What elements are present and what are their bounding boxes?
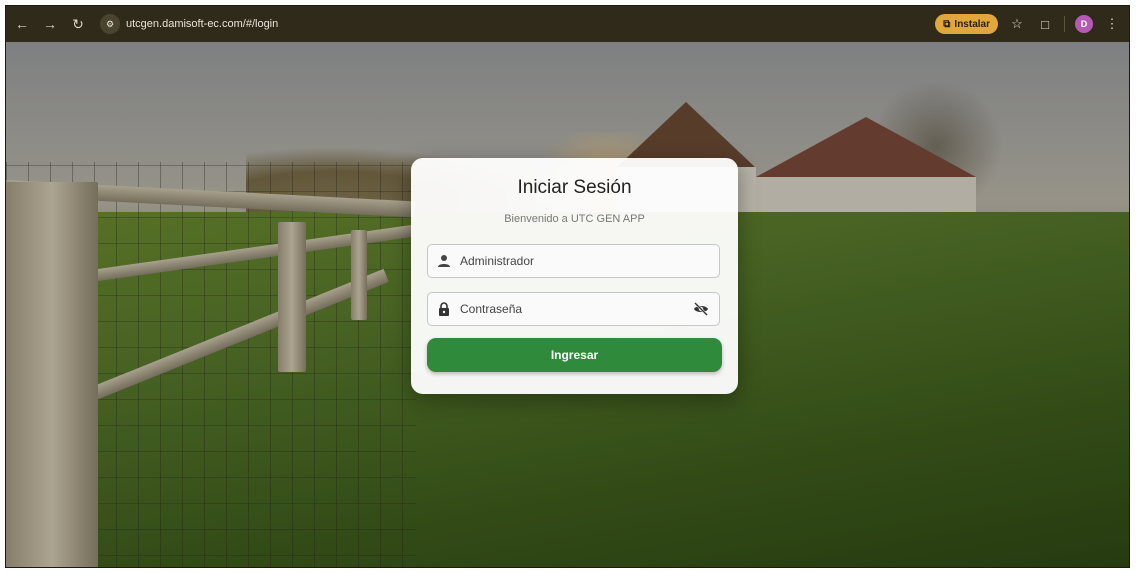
install-label: Instalar xyxy=(954,18,990,30)
login-card: Iniciar Sesión Bienvenido a UTC GEN APP xyxy=(411,158,738,394)
lock-icon xyxy=(439,302,449,316)
forward-icon[interactable]: → xyxy=(38,12,62,36)
install-icon: ⧉ xyxy=(943,18,951,30)
visibility-off-icon[interactable] xyxy=(693,301,709,317)
password-input[interactable] xyxy=(460,293,693,325)
login-subtitle: Bienvenido a UTC GEN APP xyxy=(504,213,645,225)
profile-avatar[interactable]: D xyxy=(1075,15,1093,33)
address-bar[interactable]: ⚙ utcgen.damisoft-ec.com/#/login xyxy=(100,12,278,36)
username-field[interactable] xyxy=(427,244,720,278)
toolbar-divider xyxy=(1064,16,1065,32)
bookmark-star-icon[interactable]: ☆ xyxy=(1008,16,1026,32)
password-field[interactable] xyxy=(427,292,720,326)
back-icon[interactable]: ← xyxy=(10,12,34,36)
user-icon xyxy=(438,255,450,267)
browser-window: ← → ↻ ⚙ utcgen.damisoft-ec.com/#/login ⧉… xyxy=(5,5,1130,568)
login-title: Iniciar Sesión xyxy=(517,177,632,198)
browser-toolbar: ← → ↻ ⚙ utcgen.damisoft-ec.com/#/login ⧉… xyxy=(6,6,1129,42)
url-text[interactable]: utcgen.damisoft-ec.com/#/login xyxy=(126,18,278,30)
username-input[interactable] xyxy=(460,245,719,277)
menu-kebab-icon[interactable]: ⋮ xyxy=(1103,16,1121,32)
site-info-icon[interactable]: ⚙ xyxy=(100,14,120,34)
reload-icon[interactable]: ↻ xyxy=(66,12,90,36)
login-submit-button[interactable]: Ingresar xyxy=(427,338,722,372)
extensions-icon[interactable]: □ xyxy=(1036,17,1054,32)
install-button[interactable]: ⧉ Instalar xyxy=(935,14,998,34)
